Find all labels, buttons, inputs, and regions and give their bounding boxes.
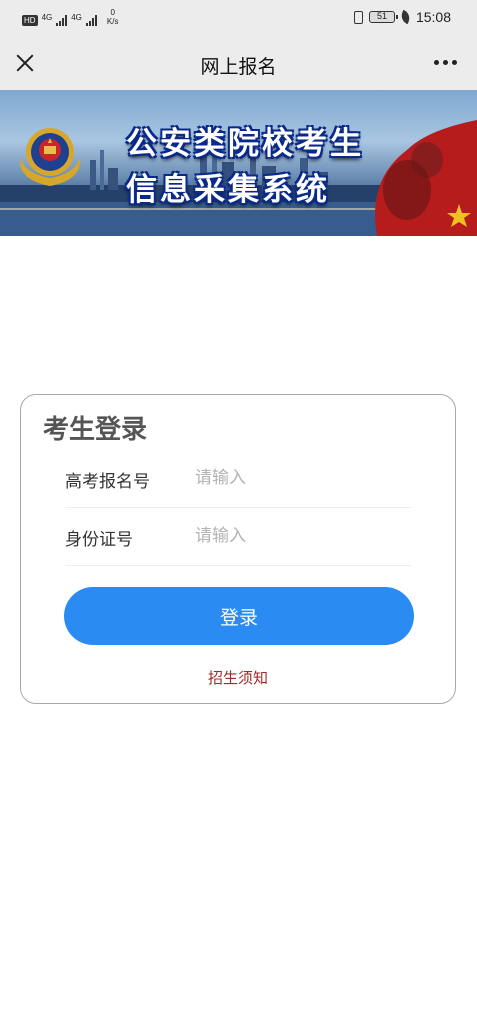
network-type-2: 4G — [71, 13, 82, 22]
login-title: 考生登录 — [43, 415, 148, 445]
title-bar: 网上报名 — [0, 36, 477, 90]
police-emblem-icon — [19, 128, 81, 186]
speed-value: 0 — [110, 8, 115, 17]
clock: 15:08 — [415, 9, 451, 25]
page-title: 网上报名 — [200, 56, 277, 78]
signal-icon — [56, 14, 68, 26]
header-banner: 公安类院校考生 信息采集系统 — [0, 90, 477, 236]
power-saving-icon — [399, 9, 412, 25]
exam-number-input[interactable] — [195, 461, 405, 495]
status-bar-right: 51 15:08 — [353, 9, 451, 25]
flag-image — [375, 120, 477, 236]
exam-number-label: 高考报名号 — [65, 472, 150, 492]
id-number-input[interactable] — [195, 519, 405, 553]
login-button[interactable]: 登录 — [64, 587, 414, 645]
signal-icon — [85, 14, 97, 26]
id-number-row: 身份证号 — [65, 509, 411, 566]
vibrate-icon — [353, 10, 363, 24]
speed-unit: K/s — [106, 17, 119, 26]
id-number-label: 身份证号 — [65, 530, 133, 550]
network-type-1: 4G — [41, 13, 53, 22]
network-speed: 0 K/s — [107, 8, 119, 26]
hd-badge: HD — [22, 15, 38, 26]
battery-icon: 51 — [368, 11, 398, 23]
login-card: 考生登录 高考报名号 身份证号 登录 招生须知 — [20, 394, 456, 704]
banner-title-line2: 信息采集系统 — [126, 172, 330, 208]
status-bar-left: HD 4G 4G 0 K/s — [22, 8, 118, 26]
admission-notice-link[interactable]: 招生须知 — [21, 667, 455, 688]
status-bar: HD 4G 4G 0 K/s 51 15:08 — [0, 0, 477, 36]
exam-number-row: 高考报名号 — [65, 451, 411, 508]
more-options-icon[interactable] — [434, 60, 457, 65]
banner-title-line1: 公安类院校考生 — [126, 126, 364, 162]
